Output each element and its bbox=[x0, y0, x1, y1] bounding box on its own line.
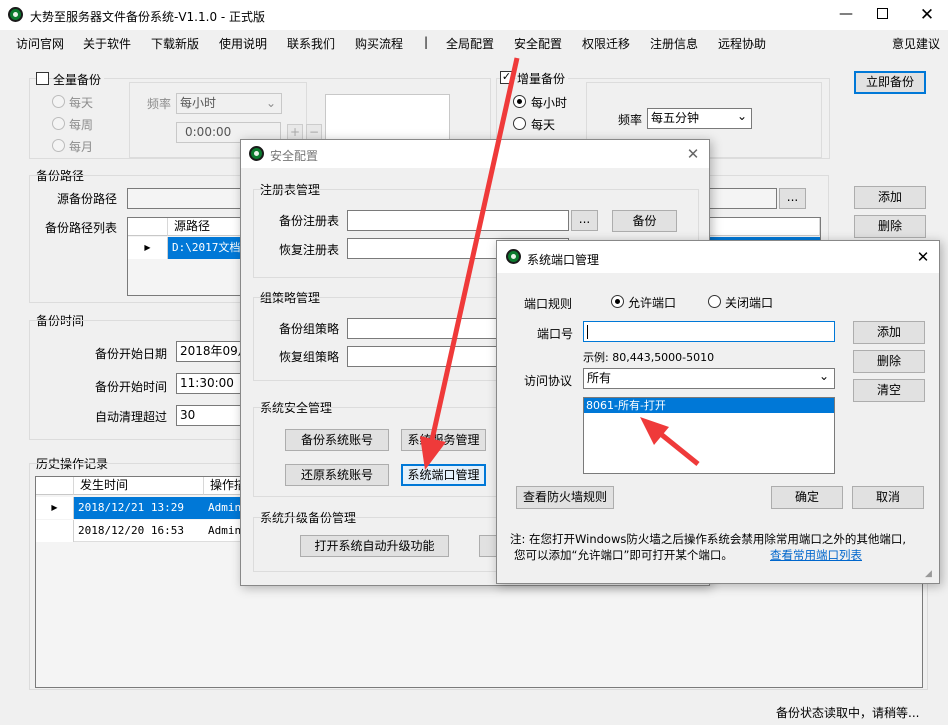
security-dialog-title: 安全配置 bbox=[270, 149, 319, 163]
full-freq-label: 频率 bbox=[147, 97, 172, 111]
port-clear-button[interactable]: 清空 bbox=[853, 379, 925, 402]
radio-hourly-label: 每小时 bbox=[531, 96, 568, 110]
radio-weekly-label: 每周 bbox=[69, 118, 94, 132]
menu-contact[interactable]: 联系我们 bbox=[287, 35, 335, 52]
registry-restore-label: 恢复注册表 bbox=[279, 243, 340, 257]
close-icon[interactable]: ✕ bbox=[681, 143, 705, 165]
history-row-time[interactable]: 2018/12/21 13:29 bbox=[74, 497, 204, 519]
registry-backup-input[interactable] bbox=[347, 210, 569, 231]
port-rule-list-item[interactable]: 8061-所有-打开 bbox=[584, 398, 834, 413]
start-date-input[interactable]: 2018年09月 bbox=[176, 341, 246, 362]
port-example: 示例: 80,443,5000-5010 bbox=[583, 351, 715, 364]
radio-weekly[interactable] bbox=[52, 117, 65, 130]
radio-monthly-label: 每月 bbox=[69, 140, 94, 154]
policy-backup-label: 备份组策略 bbox=[279, 322, 340, 336]
app-icon bbox=[506, 249, 521, 264]
menu-manual[interactable]: 使用说明 bbox=[219, 35, 267, 52]
start-time-input[interactable]: 11:30:00 bbox=[176, 373, 246, 394]
menu-purchase[interactable]: 购买流程 bbox=[355, 35, 403, 52]
inc-backup-checkbox[interactable]: ✓ bbox=[500, 71, 513, 84]
start-time-label: 备份开始时间 bbox=[95, 380, 168, 394]
history-row-time[interactable]: 2018/12/20 16:53 bbox=[74, 520, 204, 542]
backup-now-button[interactable]: 立即备份 bbox=[854, 71, 926, 94]
close-icon[interactable]: ✕ bbox=[911, 246, 935, 268]
path-add-button[interactable]: 添加 bbox=[854, 186, 926, 209]
menu-bar: 访问官网 关于软件 下载新版 使用说明 联系我们 购买流程 | 全局配置 安全配… bbox=[0, 0, 948, 60]
port-note-line1: 注: 在您打开Windows防火墙之后操作系统会禁用除常用端口之外的其他端口, bbox=[510, 532, 907, 546]
radio-allow-port[interactable] bbox=[611, 295, 624, 308]
protocol-label: 访问协议 bbox=[524, 374, 573, 388]
chevron-down-icon: ⌄ bbox=[737, 109, 748, 123]
port-note-line2: 您可以添加“允许端口”即可打开某个端口。 bbox=[514, 548, 733, 562]
port-ok-button[interactable]: 确定 bbox=[771, 486, 843, 509]
row-pointer-icon: ▶ bbox=[36, 497, 74, 519]
open-auto-upgrade-button[interactable]: 打开系统自动升级功能 bbox=[300, 535, 449, 557]
registry-backup-button[interactable]: 备份 bbox=[612, 210, 677, 232]
port-number-label: 端口号 bbox=[537, 327, 574, 341]
backup-account-button[interactable]: 备份系统账号 bbox=[285, 429, 389, 451]
cleanup-label: 自动清理超过 bbox=[95, 410, 168, 424]
text-cursor bbox=[587, 325, 588, 339]
menu-permission-migrate[interactable]: 权限迁移 bbox=[582, 35, 630, 52]
menu-global-config[interactable]: 全局配置 bbox=[446, 35, 494, 52]
chevron-down-icon: ⌄ bbox=[266, 96, 277, 110]
system-service-button[interactable]: 系统服务管理 bbox=[401, 429, 486, 451]
start-date-label: 备份开始日期 bbox=[95, 347, 168, 361]
history-row-header bbox=[36, 520, 74, 542]
resize-grip-icon: ◢ bbox=[925, 569, 932, 579]
cleanup-input[interactable]: 30 bbox=[176, 405, 246, 426]
radio-hourly[interactable] bbox=[513, 95, 526, 108]
status-text: 备份状态读取中，请稍等... bbox=[776, 706, 920, 720]
full-time-minus-button[interactable]: − bbox=[306, 124, 322, 140]
protocol-select[interactable]: 所有 bbox=[583, 368, 835, 389]
source-path-label: 源备份路径 bbox=[57, 192, 118, 206]
common-ports-link[interactable]: 查看常用端口列表 bbox=[770, 547, 862, 563]
path-delete-button[interactable]: 删除 bbox=[854, 215, 926, 238]
policy-restore-label: 恢复组策略 bbox=[279, 350, 340, 364]
restore-account-button[interactable]: 还原系统账号 bbox=[285, 464, 389, 486]
port-number-input[interactable] bbox=[583, 321, 835, 342]
radio-allow-port-label: 允许端口 bbox=[628, 296, 677, 310]
port-delete-button[interactable]: 删除 bbox=[853, 350, 925, 373]
menu-feedback[interactable]: 意见建议 bbox=[892, 35, 940, 52]
view-firewall-rules-button[interactable]: 查看防火墙规则 bbox=[516, 486, 614, 509]
path-list-label: 备份路径列表 bbox=[45, 221, 118, 235]
path-col-header-corner bbox=[128, 218, 168, 236]
full-backup-checkbox[interactable] bbox=[36, 72, 49, 85]
radio-monthly[interactable] bbox=[52, 139, 65, 152]
port-management-dialog: 系统端口管理 ✕ 端口规则 允许端口 关闭端口 端口号 示例: 80,443,5… bbox=[496, 240, 940, 584]
port-cancel-button[interactable]: 取消 bbox=[852, 486, 924, 509]
app-icon bbox=[249, 146, 264, 161]
port-rule-label: 端口规则 bbox=[524, 297, 573, 311]
radio-inc-daily[interactable] bbox=[513, 117, 526, 130]
row-pointer-icon: ▶ bbox=[128, 237, 168, 259]
history-col-header-corner bbox=[36, 477, 74, 495]
radio-inc-daily-label: 每天 bbox=[531, 118, 556, 132]
menu-separator: | bbox=[424, 35, 429, 49]
menu-about[interactable]: 关于软件 bbox=[83, 35, 131, 52]
menu-remote-assist[interactable]: 远程协助 bbox=[718, 35, 766, 52]
menu-official-site[interactable]: 访问官网 bbox=[16, 35, 64, 52]
chevron-down-icon: ⌄ bbox=[819, 369, 830, 383]
registry-browse-button[interactable]: ... bbox=[571, 210, 598, 231]
inc-freq-label: 频率 bbox=[618, 113, 643, 127]
menu-download[interactable]: 下载新版 bbox=[151, 35, 199, 52]
radio-daily-label: 每天 bbox=[69, 96, 94, 110]
system-port-button[interactable]: 系统端口管理 bbox=[401, 464, 486, 486]
inc-backup-label: 增量备份 bbox=[517, 70, 569, 87]
radio-close-port[interactable] bbox=[708, 295, 721, 308]
source-path-browse-button[interactable]: ... bbox=[779, 188, 806, 209]
full-backup-label: 全量备份 bbox=[53, 71, 105, 88]
menu-security-config[interactable]: 安全配置 bbox=[514, 35, 562, 52]
port-dialog-title: 系统端口管理 bbox=[527, 253, 600, 267]
port-add-button[interactable]: 添加 bbox=[853, 321, 925, 344]
radio-daily[interactable] bbox=[52, 95, 65, 108]
history-col-time: 发生时间 bbox=[74, 477, 204, 495]
radio-close-port-label: 关闭端口 bbox=[725, 296, 774, 310]
full-time-plus-button[interactable]: + bbox=[287, 124, 303, 140]
registry-backup-label: 备份注册表 bbox=[279, 214, 340, 228]
menu-registration[interactable]: 注册信息 bbox=[650, 35, 698, 52]
